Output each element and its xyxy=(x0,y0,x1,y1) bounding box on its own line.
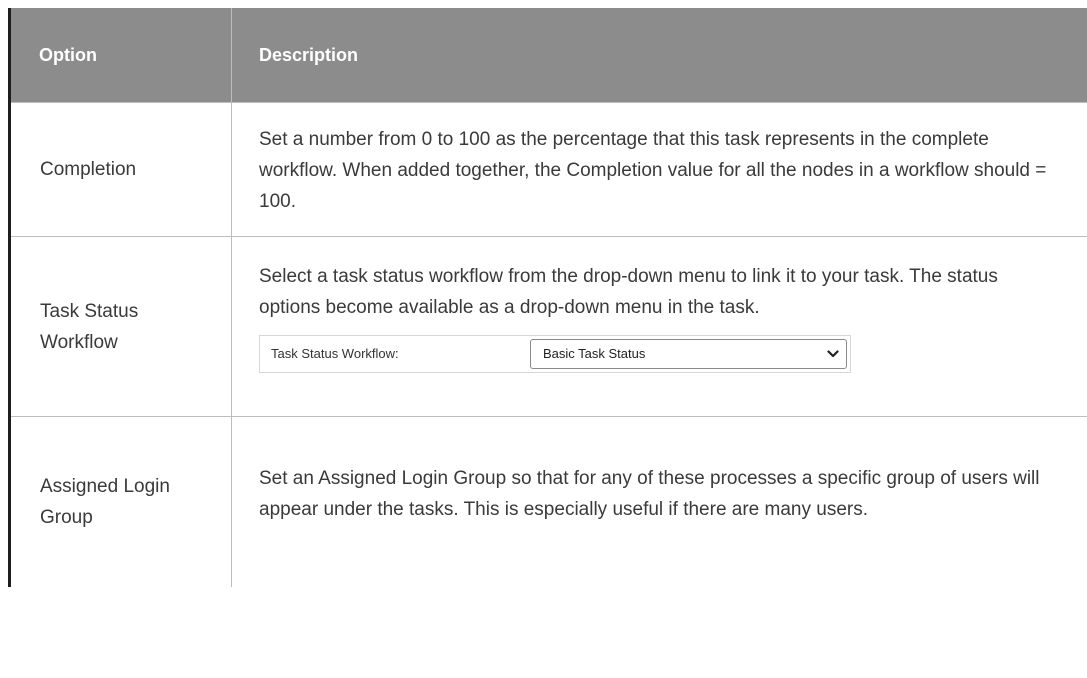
task-status-workflow-selected-value: Basic Task Status xyxy=(543,345,646,361)
table-header: Option Description xyxy=(8,8,1087,103)
table-row: Assigned Login Group Set an Assigned Log… xyxy=(8,416,1087,587)
option-cell: Completion xyxy=(8,102,232,237)
options-table: Option Description Completion Set a numb… xyxy=(8,8,1087,587)
header-row: Option Description xyxy=(8,8,1087,103)
description-text: Set a number from 0 to 100 as the percen… xyxy=(259,129,1047,212)
table-row: Completion Set a number from 0 to 100 as… xyxy=(8,102,1087,237)
task-status-workflow-select[interactable]: Basic Task Status xyxy=(530,338,847,369)
description-cell: Select a task status workflow from the d… xyxy=(231,236,1087,417)
description-cell: Set an Assigned Login Group so that for … xyxy=(231,416,1087,587)
task-status-workflow-example: Task Status Workflow: Basic Task Status xyxy=(259,334,851,373)
table-body: Completion Set a number from 0 to 100 as… xyxy=(8,102,1087,587)
description-column-header: Description xyxy=(231,8,1087,103)
description-text: Set an Assigned Login Group so that for … xyxy=(259,468,1040,520)
description-cell: Set a number from 0 to 100 as the percen… xyxy=(231,102,1087,237)
chevron-down-icon xyxy=(827,349,839,357)
option-column-header: Option xyxy=(8,8,232,103)
task-status-workflow-label: Task Status Workflow: xyxy=(271,345,399,361)
description-text: Select a task status workflow from the d… xyxy=(259,265,998,318)
option-cell: Task Status Workflow xyxy=(8,236,232,417)
description-content: Select a task status workflow from the d… xyxy=(259,259,1059,395)
option-cell: Assigned Login Group xyxy=(8,416,232,587)
table-row: Task Status Workflow Select a task statu… xyxy=(8,236,1087,417)
